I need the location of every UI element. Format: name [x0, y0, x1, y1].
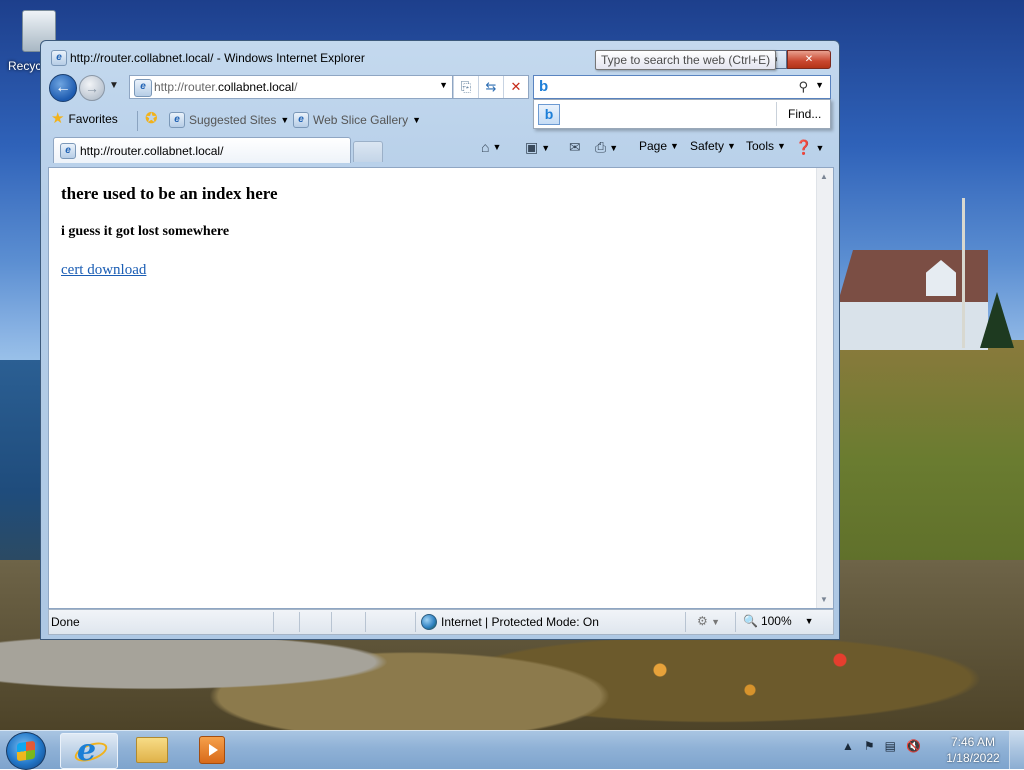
- scroll-down-icon[interactable]: ▼: [820, 595, 828, 604]
- add-to-favorites-bar-button[interactable]: ✪: [145, 110, 158, 127]
- tab-current[interactable]: e http://router.collabnet.local/: [53, 137, 351, 163]
- network-icon[interactable]: ▤: [885, 739, 896, 753]
- action-center-flag-icon[interactable]: ⚑: [864, 739, 875, 753]
- globe-icon: [421, 614, 437, 630]
- page-icon: e: [134, 79, 152, 97]
- address-text[interactable]: http://router.collabnet.local/: [154, 80, 297, 94]
- bing-logo-icon: b: [539, 78, 549, 95]
- search-tooltip: Type to search the web (Ctrl+E): [595, 50, 777, 70]
- page-menu[interactable]: Page ▼: [639, 139, 679, 153]
- print-button[interactable]: ⎙ ▼: [595, 139, 618, 156]
- address-bar[interactable]: e http://router.collabnet.local/ ▼: [129, 75, 453, 99]
- favorites-label: Favorites: [68, 112, 118, 126]
- printer-icon: ⎙: [595, 139, 607, 155]
- clock-time: 7:46 AM: [950, 735, 996, 749]
- home-icon: ⌂: [481, 139, 490, 155]
- refresh-icon[interactable]: ⇆: [478, 76, 503, 98]
- scroll-up-icon[interactable]: ▲: [820, 172, 828, 181]
- clock-date: 1/18/2022: [946, 751, 1000, 765]
- address-dropdown-icon[interactable]: ▼: [439, 80, 448, 90]
- help-icon: ❓: [795, 139, 813, 155]
- page-body: there used to be an index here i guess i…: [49, 168, 817, 608]
- suggested-sites-button[interactable]: e Suggested Sites ▼: [169, 112, 289, 128]
- home-button[interactable]: ⌂ ▼: [481, 139, 501, 155]
- address-tools: ⎘ ⇆ ✕: [453, 75, 529, 99]
- taskbar-media-player-button[interactable]: [184, 733, 240, 767]
- tab-page-icon: e: [60, 143, 76, 159]
- add-ons-button[interactable]: ⚙ ▼: [697, 614, 720, 628]
- feeds-button[interactable]: ▣ ▼: [525, 139, 550, 156]
- page-content: there used to be an index here i guess i…: [48, 167, 834, 609]
- help-button[interactable]: ❓ ▼: [795, 139, 824, 156]
- zoom-control[interactable]: 🔍 100% ▼: [743, 614, 814, 628]
- folder-icon: [136, 737, 168, 763]
- taskbar-explorer-button[interactable]: [124, 733, 180, 767]
- suggested-sites-label: Suggested Sites: [189, 113, 277, 127]
- chevron-down-icon: ▼: [280, 115, 290, 125]
- favorites-bar: ★ Favorites ✪ e Suggested Sites ▼ e Web …: [47, 107, 833, 133]
- close-button[interactable]: ✕: [787, 50, 831, 69]
- wallpaper-flowers: [600, 630, 900, 730]
- volume-muted-icon[interactable]: 🔇: [906, 739, 921, 753]
- new-tab-button[interactable]: [353, 141, 383, 162]
- search-box[interactable]: b ⚲ ▼: [533, 75, 831, 99]
- mail-icon: ✉: [569, 139, 581, 155]
- status-text: Done: [51, 615, 80, 629]
- favorites-star-icon: ★: [51, 110, 65, 127]
- show-desktop-button[interactable]: [1009, 731, 1024, 769]
- ie-title-icon[interactable]: e: [51, 50, 67, 66]
- web-slice-gallery-icon: e: [293, 112, 309, 128]
- media-player-icon: [199, 736, 225, 764]
- taskbar: e ▲ ⚑ ▤ 🔇 7:46 AM 1/18/2022: [0, 730, 1024, 770]
- zoom-icon: 🔍: [743, 614, 758, 628]
- recent-pages-dropdown[interactable]: ▼: [109, 80, 119, 91]
- tab-label: http://router.collabnet.local/: [80, 144, 224, 158]
- safety-menu-label: Safety: [690, 139, 725, 153]
- system-tray: ▲ ⚑ ▤ 🔇: [842, 739, 921, 753]
- compatibility-view-icon[interactable]: ⎘: [453, 76, 478, 98]
- favorites-separator: [137, 111, 138, 131]
- internet-explorer-icon: e: [72, 736, 110, 766]
- page-menu-label: Page: [639, 139, 668, 153]
- favorites-button[interactable]: ★ Favorites: [51, 110, 118, 127]
- search-input[interactable]: [560, 78, 790, 96]
- security-zone-label: Internet | Protected Mode: On: [441, 615, 599, 629]
- start-button[interactable]: [6, 732, 46, 770]
- tools-menu-label: Tools: [746, 139, 775, 153]
- add-favorite-star-icon: ✪: [145, 110, 158, 127]
- page-subheading: i guess it got lost somewhere: [61, 224, 230, 239]
- web-slice-gallery-label: Web Slice Gallery: [313, 113, 409, 127]
- clock[interactable]: 7:46 AM 1/18/2022: [944, 734, 1002, 766]
- back-button[interactable]: ←: [49, 74, 77, 102]
- safety-menu[interactable]: Safety ▼: [690, 139, 736, 153]
- wallpaper-flagpole: [962, 198, 965, 348]
- taskbar-ie-button[interactable]: e: [60, 733, 118, 769]
- cert-download-link[interactable]: cert download: [61, 262, 146, 279]
- search-icon[interactable]: ⚲: [798, 79, 808, 95]
- show-hidden-icons-icon[interactable]: ▲: [842, 739, 854, 753]
- search-options-dropdown-icon[interactable]: ▼: [815, 80, 824, 90]
- vertical-scrollbar[interactable]: ▲ ▼: [816, 168, 833, 608]
- window-title: http://router.collabnet.local/ - Windows…: [70, 51, 365, 65]
- web-slice-gallery-button[interactable]: e Web Slice Gallery ▼: [293, 112, 421, 128]
- tab-row: e http://router.collabnet.local/ ⌂ ▼ ▣ ▼ ✉…: [47, 135, 833, 163]
- stop-icon[interactable]: ✕: [503, 76, 528, 98]
- rss-feed-icon: ▣: [525, 139, 539, 155]
- wallpaper-house: [838, 250, 988, 350]
- read-mail-button[interactable]: ✉: [569, 139, 581, 156]
- forward-button[interactable]: →: [79, 75, 105, 101]
- tools-menu[interactable]: Tools ▼: [746, 139, 786, 153]
- ie-window: e http://router.collabnet.local/ - Windo…: [40, 40, 840, 640]
- windows-logo-icon: [17, 740, 35, 762]
- security-zone[interactable]: Internet | Protected Mode: On: [421, 614, 599, 630]
- chevron-down-icon: ▼: [412, 115, 422, 125]
- zoom-level: 100%: [760, 614, 792, 628]
- gear-icon: ⚙: [697, 614, 708, 628]
- page-heading: there used to be an index here: [61, 184, 278, 203]
- status-bar: Done Internet | Protected Mode: On ⚙ ▼ 🔍…: [48, 609, 834, 635]
- suggested-sites-icon: e: [169, 112, 185, 128]
